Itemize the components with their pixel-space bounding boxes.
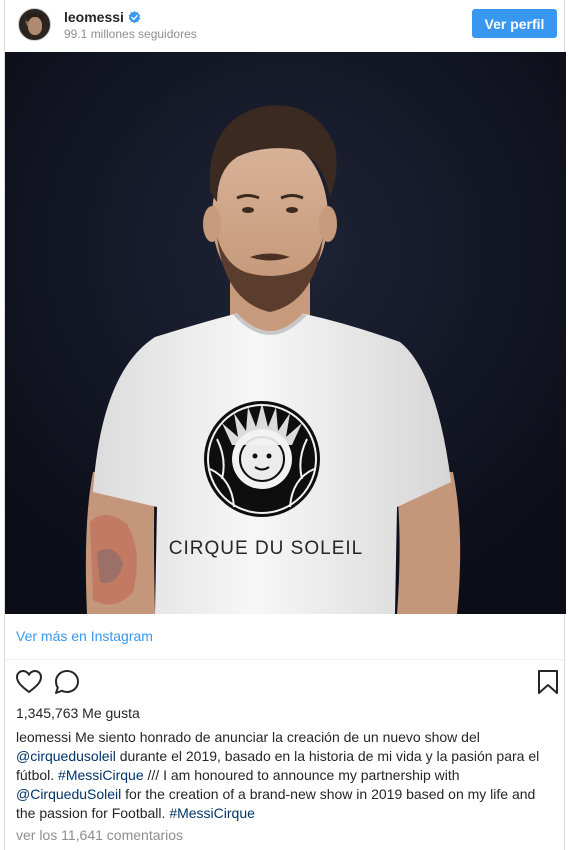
view-profile-button[interactable]: Ver perfil xyxy=(472,9,557,38)
caption-text: /// I am honoured to announce my partner… xyxy=(143,767,460,783)
verified-badge-icon xyxy=(128,10,141,23)
heart-icon[interactable] xyxy=(15,668,43,696)
post-photo[interactable]: CIRQUE DU SOLEIL xyxy=(5,52,566,614)
action-bar xyxy=(5,668,566,700)
shirt-text: CIRQUE DU SOLEIL xyxy=(169,538,363,559)
mention-link[interactable]: @cirquedusoleil xyxy=(16,748,116,764)
comment-icon[interactable] xyxy=(53,668,81,696)
hashtag-link[interactable]: #MessiCirque xyxy=(169,805,255,821)
username-row: leomessi xyxy=(64,9,141,25)
bookmark-icon[interactable] xyxy=(534,668,562,696)
view-comments-link[interactable]: ver los 11,641 comentarios xyxy=(16,827,183,843)
post-header: leomessi 99.1 millones seguidores Ver pe… xyxy=(5,0,566,52)
profile-avatar[interactable] xyxy=(18,8,51,41)
mention-link[interactable]: @CirqueduSoleil xyxy=(16,786,121,802)
instagram-embed-card: leomessi 99.1 millones seguidores Ver pe… xyxy=(4,0,566,850)
divider xyxy=(5,659,566,660)
caption-username[interactable]: leomessi xyxy=(16,729,71,745)
messi-photo-illustration: CIRQUE DU SOLEIL xyxy=(5,52,566,614)
username-link[interactable]: leomessi xyxy=(64,9,124,25)
post-caption: leomessi Me siento honrado de anunciar l… xyxy=(16,728,551,823)
hashtag-link[interactable]: #MessiCirque xyxy=(58,767,144,783)
followers-count: 99.1 millones seguidores xyxy=(64,27,197,41)
view-more-instagram-link[interactable]: Ver más en Instagram xyxy=(16,628,153,644)
likes-count[interactable]: 1,345,763 Me gusta xyxy=(16,705,140,721)
caption-text: Me siento honrado de anunciar la creació… xyxy=(71,729,480,745)
